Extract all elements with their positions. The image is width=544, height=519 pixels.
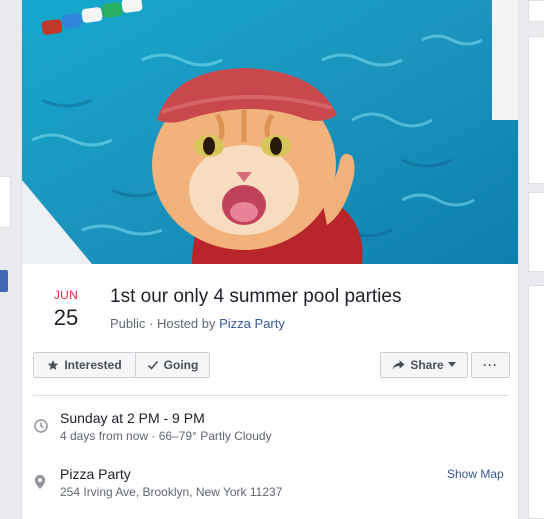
right-sidebar-card xyxy=(528,36,544,184)
event-month: JUN xyxy=(53,288,79,302)
event-title: 1st our only 4 summer pool parties xyxy=(110,286,402,307)
interested-label: Interested xyxy=(64,358,122,372)
star-icon xyxy=(47,359,59,371)
interested-button[interactable]: Interested xyxy=(33,352,136,378)
more-options-label: ··· xyxy=(483,358,498,372)
event-subtitle: Public · Hosted by Pizza Party xyxy=(110,316,285,331)
event-location-address: 254 Irving Ave, Brooklyn, New York 11237 xyxy=(60,485,283,499)
hosted-by-label: · Hosted by xyxy=(145,316,220,331)
event-location-name[interactable]: Pizza Party xyxy=(60,466,131,482)
event-time: Sunday at 2 PM - 9 PM xyxy=(60,410,205,426)
left-sidebar-accent xyxy=(0,270,8,292)
event-host-link[interactable]: Pizza Party xyxy=(219,316,285,331)
event-cover-photo[interactable] xyxy=(22,0,518,264)
right-sidebar-card xyxy=(528,285,544,519)
map-pin-icon xyxy=(34,475,46,494)
left-sidebar-card xyxy=(0,176,11,228)
cat-in-pool-image xyxy=(22,0,518,264)
share-button[interactable]: Share xyxy=(380,352,468,378)
right-sidebar-card xyxy=(528,0,544,22)
share-label: Share xyxy=(410,358,444,372)
caret-down-icon xyxy=(447,362,456,368)
event-day: 25 xyxy=(53,305,79,330)
left-rail xyxy=(0,0,21,519)
clock-icon xyxy=(34,419,48,438)
show-map-link[interactable]: Show Map xyxy=(447,467,504,481)
more-options-button[interactable]: ··· xyxy=(471,352,510,378)
going-label: Going xyxy=(163,358,199,372)
event-date-badge: JUN 25 xyxy=(46,288,86,332)
check-icon xyxy=(147,359,159,371)
going-button[interactable]: Going xyxy=(135,352,210,378)
event-privacy: Public xyxy=(110,316,146,331)
share-arrow-icon xyxy=(392,359,405,371)
event-card: JUN 25 1st our only 4 summer pool partie… xyxy=(21,0,519,519)
section-divider xyxy=(33,395,509,396)
event-time-detail: 4 days from now · 66–79° Partly Cloudy xyxy=(60,429,272,443)
right-sidebar-card xyxy=(528,192,544,272)
